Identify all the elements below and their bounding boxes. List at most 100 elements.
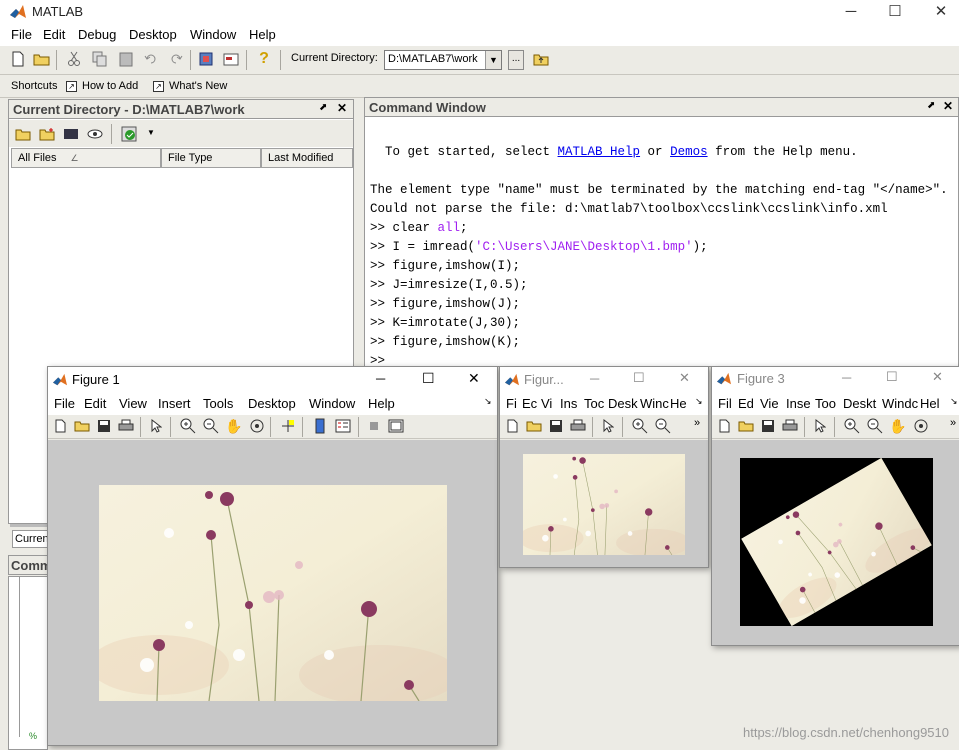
- new-file-icon[interactable]: [50, 416, 70, 436]
- menu-window[interactable]: Winc: [640, 396, 669, 411]
- menu-edit[interactable]: Edit: [43, 27, 65, 42]
- new-file-icon[interactable]: [502, 416, 522, 436]
- menu-insert[interactable]: Insert: [158, 396, 191, 411]
- zoom-in-icon[interactable]: [178, 416, 198, 436]
- hide-plot-tools-icon[interactable]: [364, 416, 384, 436]
- parent-folder-icon[interactable]: [13, 124, 33, 144]
- maximize-button[interactable]: ☐: [633, 370, 645, 386]
- chevron-down-icon[interactable]: ▼: [147, 128, 155, 137]
- column-last-modified[interactable]: Last Modified: [261, 148, 353, 168]
- save-icon[interactable]: [94, 416, 114, 436]
- close-button[interactable]: ✕: [679, 370, 690, 386]
- close-icon[interactable]: ✕: [337, 101, 347, 115]
- zoom-out-icon[interactable]: [653, 416, 673, 436]
- rotate-3d-icon[interactable]: [247, 416, 267, 436]
- open-folder-icon[interactable]: [72, 416, 92, 436]
- print-icon[interactable]: [116, 416, 136, 436]
- matlab-help-link[interactable]: MATLAB Help: [558, 145, 641, 159]
- toolbar-overflow-icon[interactable]: »: [694, 417, 700, 429]
- demos-link[interactable]: Demos: [670, 145, 708, 159]
- cut-icon[interactable]: [64, 49, 84, 69]
- pointer-icon[interactable]: [810, 416, 830, 436]
- close-icon[interactable]: ✕: [943, 99, 953, 113]
- menu-file[interactable]: Fi: [506, 396, 517, 411]
- command-window[interactable]: Command Window ⬈ ✕ To get started, selec…: [364, 97, 959, 368]
- minimize-button[interactable]: ─: [836, 1, 866, 23]
- dock-arrow-icon[interactable]: ↘: [950, 396, 958, 407]
- menu-insert[interactable]: Inse: [786, 396, 811, 411]
- menu-edit[interactable]: Ec: [522, 396, 537, 411]
- print-icon[interactable]: [568, 416, 588, 436]
- open-folder-icon[interactable]: [32, 49, 52, 69]
- undo-icon[interactable]: [141, 49, 161, 69]
- menu-desktop[interactable]: Desktop: [248, 396, 296, 411]
- open-folder-icon[interactable]: [524, 416, 544, 436]
- close-button[interactable]: ✕: [926, 1, 956, 23]
- zoom-in-icon[interactable]: [842, 416, 862, 436]
- menu-help[interactable]: Hel: [920, 396, 940, 411]
- column-file-type[interactable]: File Type: [161, 148, 261, 168]
- menu-desktop[interactable]: Deskt: [843, 396, 876, 411]
- find-files-icon[interactable]: [61, 124, 81, 144]
- menu-view[interactable]: Vie: [760, 396, 779, 411]
- menu-file[interactable]: File: [11, 27, 32, 42]
- undock-icon[interactable]: ⬈: [319, 102, 327, 113]
- show-plot-tools-icon[interactable]: [386, 416, 406, 436]
- pan-hand-icon[interactable]: ✋: [888, 416, 908, 436]
- maximize-button[interactable]: ☐: [422, 370, 435, 387]
- zoom-in-icon[interactable]: [630, 416, 650, 436]
- menu-help[interactable]: Help: [249, 27, 276, 42]
- figure-2-window[interactable]: Figur... ─ ☐ ✕ Fi Ec Vi Ins Toc Desk Win…: [499, 366, 709, 568]
- copy-icon[interactable]: [90, 49, 110, 69]
- minimize-button[interactable]: ─: [842, 370, 851, 385]
- menu-edit[interactable]: Edit: [84, 396, 106, 411]
- pan-hand-icon[interactable]: ✋: [224, 416, 244, 436]
- rotate-3d-icon[interactable]: [911, 416, 931, 436]
- dock-arrow-icon[interactable]: ↘: [695, 396, 703, 407]
- dock-arrow-icon[interactable]: ↘: [484, 396, 492, 407]
- menu-window[interactable]: Window: [190, 27, 236, 42]
- whats-new-link[interactable]: What's New: [169, 80, 227, 92]
- chevron-down-icon[interactable]: ▼: [485, 51, 501, 69]
- menu-edit[interactable]: Ed: [738, 396, 754, 411]
- close-button[interactable]: ✕: [468, 370, 480, 387]
- redo-icon[interactable]: [166, 49, 186, 69]
- menu-file[interactable]: Fil: [718, 396, 732, 411]
- legend-icon[interactable]: [333, 416, 353, 436]
- menu-view[interactable]: Vi: [541, 396, 552, 411]
- menu-help[interactable]: Help: [368, 396, 395, 411]
- pointer-icon[interactable]: [598, 416, 618, 436]
- pointer-icon[interactable]: [146, 416, 166, 436]
- menu-help[interactable]: He: [670, 396, 687, 411]
- zoom-out-icon[interactable]: [201, 416, 221, 436]
- menu-debug[interactable]: Debug: [78, 27, 116, 42]
- guide-icon[interactable]: [221, 49, 241, 69]
- minimize-button[interactable]: ─: [590, 371, 599, 386]
- go-up-folder-icon[interactable]: [531, 49, 551, 69]
- browse-button[interactable]: ...: [508, 50, 524, 70]
- menu-window[interactable]: Window: [309, 396, 355, 411]
- menu-view[interactable]: View: [119, 396, 147, 411]
- new-folder-icon[interactable]: [37, 124, 57, 144]
- new-file-icon[interactable]: [714, 416, 734, 436]
- close-button[interactable]: ✕: [932, 369, 943, 385]
- how-to-add-link[interactable]: How to Add: [82, 80, 138, 92]
- view-icon[interactable]: [85, 124, 105, 144]
- report-check-icon[interactable]: [119, 124, 139, 144]
- maximize-button[interactable]: ☐: [886, 369, 898, 385]
- menu-desktop[interactable]: Desktop: [129, 27, 177, 42]
- column-all-files[interactable]: All Files ∠: [11, 148, 161, 168]
- menu-window[interactable]: Windc: [882, 396, 918, 411]
- figure-1-window[interactable]: Figure 1 ─ ☐ ✕ File Edit View Insert Too…: [47, 366, 498, 746]
- menu-file[interactable]: File: [54, 396, 75, 411]
- save-icon[interactable]: [758, 416, 778, 436]
- print-icon[interactable]: [780, 416, 800, 436]
- tab-current-directory[interactable]: Curren: [12, 530, 49, 548]
- minimize-button[interactable]: ─: [376, 371, 385, 386]
- menu-insert[interactable]: Ins: [560, 396, 577, 411]
- figure-3-window[interactable]: Figure 3 ─ ☐ ✕ Fil Ed Vie Inse Too Deskt…: [711, 366, 959, 646]
- menu-tools[interactable]: Tools: [203, 396, 233, 411]
- menu-tools[interactable]: Too: [815, 396, 836, 411]
- colorbar-icon[interactable]: [310, 416, 330, 436]
- maximize-button[interactable]: ☐: [880, 1, 910, 23]
